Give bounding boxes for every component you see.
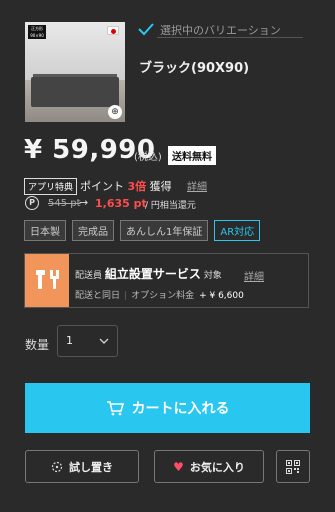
assembly-fee: + ¥ 6,600 (199, 291, 244, 301)
product-thumbnail[interactable]: 正方形 90×90 ⊕ (25, 22, 125, 122)
quantity-label: 数量 (25, 338, 50, 352)
quantity-select[interactable]: 1 (57, 325, 118, 357)
add-favorite-button[interactable]: ♥ お気に入り (154, 450, 264, 483)
assembly-service-title: 配送員 組立設置サービス 対象 (75, 267, 222, 281)
points-multiplier: 3倍 (127, 180, 147, 193)
ar-placement-icon (51, 461, 63, 472)
app-benefit-badge: アプリ特典 (24, 178, 78, 195)
qr-code-icon (286, 459, 300, 474)
tag-made-in-japan: 日本製 (24, 220, 66, 241)
add-to-cart-label: カートに入れる (131, 401, 230, 417)
checkmark-icon (138, 23, 154, 36)
points-detail-link[interactable]: 詳細 (187, 178, 207, 193)
free-shipping-badge: 送料無料 (168, 146, 216, 165)
add-to-cart-button[interactable]: カートに入れる (25, 383, 310, 433)
old-points: 545 pt (48, 198, 81, 209)
square-size-tag: 正方形 90×90 (28, 25, 46, 39)
try-placement-button[interactable]: 試し置き (25, 450, 139, 483)
selected-variation-label: 選択中のバリエーション (160, 24, 281, 37)
chevron-down-icon (99, 338, 109, 344)
cart-icon (106, 401, 124, 416)
variation-name: ブラック(90X90) (139, 61, 250, 76)
japan-flag-icon (107, 26, 119, 35)
heart-icon: ♥ (173, 459, 184, 474)
tax-label: (税込) (134, 152, 162, 163)
tag-finished-product: 完成品 (72, 220, 114, 241)
zoom-icon[interactable]: ⊕ (108, 105, 122, 119)
tools-icon (25, 254, 69, 307)
point-icon: P (25, 196, 39, 210)
points-multiplier-text: ポイント 3倍 獲得 (80, 180, 172, 193)
points-per-yen: / 円相当還元 (145, 201, 196, 211)
feature-tags: 日本製 完成品 あんしん1年保証 AR対応 (24, 220, 261, 241)
assembly-service-box: 配送員 組立設置サービス 対象 詳細 配送と同日 | オプション料金 + ¥ 6,60… (24, 253, 309, 308)
qr-code-button[interactable] (276, 450, 310, 483)
assembly-subtext: 配送と同日 | オプション料金 + ¥ 6,600 (75, 291, 244, 301)
arrow-right-icon: → (79, 196, 89, 209)
new-points: 1,635 pt (95, 197, 147, 210)
tag-warranty: あんしん1年保証 (120, 220, 209, 241)
divider (157, 37, 303, 38)
tag-ar-ready[interactable]: AR対応 (214, 220, 261, 241)
quantity-value: 1 (66, 334, 73, 347)
assembly-detail-link[interactable]: 詳細 (244, 268, 264, 283)
